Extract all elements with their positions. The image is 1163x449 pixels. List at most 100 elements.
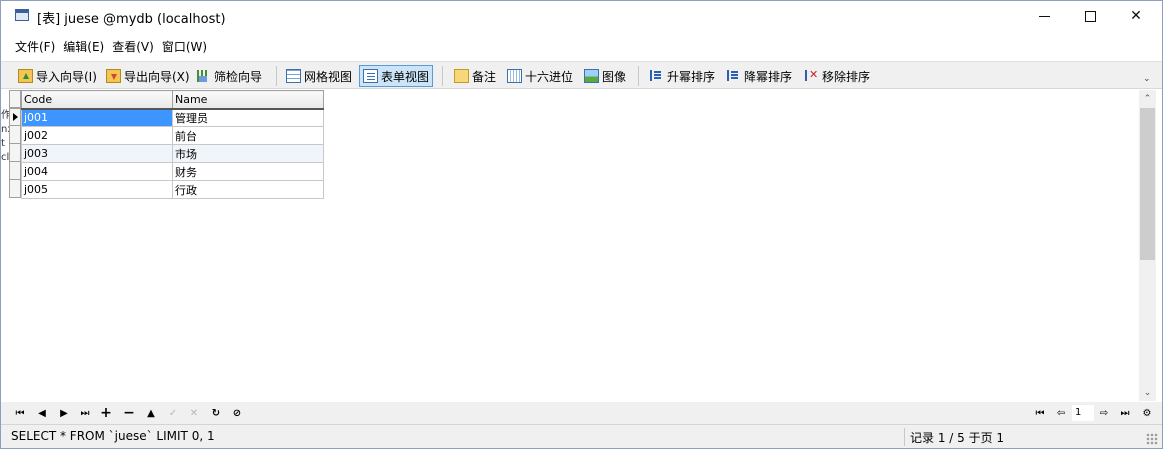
filter-wizard-button[interactable]: 筛检向导 <box>193 65 265 87</box>
row-indicator[interactable] <box>9 144 21 162</box>
cancel-edit-icon[interactable]: ✕ <box>186 405 202 421</box>
grid-view-label: 网格视图 <box>304 69 353 84</box>
menu-view[interactable]: 查看(V) <box>110 34 156 56</box>
menu-file[interactable]: 文件(F) <box>13 34 57 56</box>
row-indicator[interactable] <box>9 162 21 180</box>
memo-icon <box>454 69 469 83</box>
remove-sort-button[interactable]: 移除排序 <box>801 65 873 87</box>
last-page-icon[interactable]: ⏭ <box>1117 405 1133 421</box>
status-divider <box>904 428 905 446</box>
app-window: [表] juese @mydb (localhost) ✕ 文件(F) 编辑(E… <box>0 0 1163 449</box>
page-settings-icon[interactable]: ⚙ <box>1139 405 1155 421</box>
record-position-text: 记录 1 / 5 于页 1 <box>910 431 1005 445</box>
cell-code[interactable]: j004 <box>21 162 173 181</box>
next-page-icon[interactable]: ⇨ <box>1096 405 1112 421</box>
delete-record-icon[interactable]: − <box>121 405 137 421</box>
window-title: [表] juese @mydb (localhost) <box>37 12 226 27</box>
maximize-icon <box>1084 10 1096 22</box>
row-indicator[interactable] <box>9 180 21 198</box>
import-wizard-button[interactable]: 导入向导(I) <box>15 65 100 87</box>
menu-edit[interactable]: 编辑(E) <box>61 34 106 56</box>
clipped-text-line: t <box>1 138 5 149</box>
cell-code[interactable]: j001 <box>21 108 173 127</box>
table-row[interactable]: j005 行政 <box>21 180 324 199</box>
table-row[interactable]: j001 管理员 <box>21 108 324 127</box>
sort-ascending-icon <box>649 69 664 83</box>
grid-view-icon <box>286 69 301 83</box>
toolbar-overflow-chevron-icon[interactable]: ⌄ <box>1143 74 1151 84</box>
form-view-icon <box>363 69 378 83</box>
title-bar[interactable]: [表] juese @mydb (localhost) ✕ <box>1 1 1162 31</box>
grid-header-row: Code Name <box>21 90 324 110</box>
maximize-button[interactable] <box>1067 1 1113 31</box>
previous-page-icon[interactable]: ⇦ <box>1053 405 1069 421</box>
column-header-code[interactable]: Code <box>21 90 173 110</box>
previous-record-icon[interactable]: ◀ <box>34 405 50 421</box>
next-record-icon[interactable]: ▶ <box>56 405 72 421</box>
export-wizard-label: 导出向导(X) <box>124 69 190 84</box>
page-number-input[interactable]: 1 <box>1072 405 1094 421</box>
table-row[interactable]: j002 前台 <box>21 126 324 145</box>
sort-descending-icon <box>726 69 741 83</box>
scrollbar-thumb[interactable] <box>1140 108 1155 260</box>
column-header-name[interactable]: Name <box>172 90 324 110</box>
cell-code[interactable]: j005 <box>21 180 173 199</box>
table-window-icon <box>15 9 29 21</box>
menu-bar: 文件(F) 编辑(E) 查看(V) 窗口(W) <box>1 34 1162 56</box>
add-record-icon[interactable]: + <box>98 405 114 421</box>
toolbar-separator <box>638 66 639 86</box>
hex-label: 十六进位 <box>525 69 574 84</box>
refresh-icon[interactable]: ↻ <box>208 405 224 421</box>
first-record-icon[interactable]: ⏮ <box>12 405 28 421</box>
clipped-text-line: 作 <box>1 110 9 121</box>
scroll-up-icon[interactable]: ⌃ <box>1139 90 1156 107</box>
sort-descending-button[interactable]: 降幂排序 <box>723 65 795 87</box>
form-view-button[interactable]: 表单视图 <box>359 65 434 87</box>
sort-ascending-label: 升幂排序 <box>667 69 716 84</box>
menu-window[interactable]: 窗口(W) <box>160 34 209 56</box>
filter-icon <box>196 69 211 83</box>
image-icon <box>584 69 599 83</box>
grid-corner[interactable] <box>9 90 21 108</box>
close-icon: ✕ <box>1130 8 1142 24</box>
last-record-icon[interactable]: ⏭ <box>77 405 93 421</box>
toolbar-separator <box>276 66 277 86</box>
row-indicator-current-arrow-icon[interactable] <box>9 108 21 126</box>
export-wizard-button[interactable]: 导出向导(X) <box>103 65 193 87</box>
sort-descending-label: 降幂排序 <box>744 69 793 84</box>
table-row[interactable]: j003 市场 <box>21 144 324 163</box>
cell-name[interactable]: 行政 <box>172 180 324 199</box>
cell-code[interactable]: j003 <box>21 144 173 163</box>
grid-view-button[interactable]: 网格视图 <box>283 65 355 87</box>
first-page-icon[interactable]: ⏮ <box>1032 405 1048 421</box>
cell-name[interactable]: 市场 <box>172 144 324 163</box>
minimize-icon <box>1038 15 1050 17</box>
clipped-text-line: nx <box>1 124 9 135</box>
post-edit-icon[interactable]: ✓ <box>165 405 181 421</box>
row-indicator[interactable] <box>9 126 21 144</box>
resize-grip-icon[interactable] <box>1146 433 1158 445</box>
row-indicator-column <box>9 108 21 198</box>
close-button[interactable]: ✕ <box>1113 1 1159 31</box>
clipped-text-line: cl <box>1 152 9 163</box>
image-label: 图像 <box>602 69 627 84</box>
status-bar: SELECT * FROM `juese` LIMIT 0, 1 记录 1 / … <box>1 424 1162 448</box>
form-view-label: 表单视图 <box>381 69 430 84</box>
record-navigator: ⏮ ◀ ▶ ⏭ + − ▲ ✓ ✕ ↻ ⊘ ⏮ ⇦ 1 ⇨ ⏭ ⚙ <box>1 402 1162 424</box>
cell-code[interactable]: j002 <box>21 126 173 145</box>
data-grid-table: Code Name j001 管理员 j002 前台 j003 市场 j004 … <box>21 90 324 199</box>
cell-name[interactable]: 财务 <box>172 162 324 181</box>
cell-name[interactable]: 管理员 <box>172 108 324 127</box>
minimize-button[interactable] <box>1021 1 1067 31</box>
memo-button[interactable]: 备注 <box>451 65 499 87</box>
hex-button[interactable]: 十六进位 <box>504 65 576 87</box>
import-wizard-label: 导入向导(I) <box>36 69 97 84</box>
cell-name[interactable]: 前台 <box>172 126 324 145</box>
table-row[interactable]: j004 财务 <box>21 162 324 181</box>
vertical-scrollbar[interactable]: ⌃ ⌄ <box>1139 90 1156 401</box>
apply-changes-icon[interactable]: ▲ <box>143 405 159 421</box>
scroll-down-icon[interactable]: ⌄ <box>1139 384 1156 401</box>
image-button[interactable]: 图像 <box>581 65 629 87</box>
sort-ascending-button[interactable]: 升幂排序 <box>646 65 718 87</box>
stop-icon[interactable]: ⊘ <box>229 405 245 421</box>
